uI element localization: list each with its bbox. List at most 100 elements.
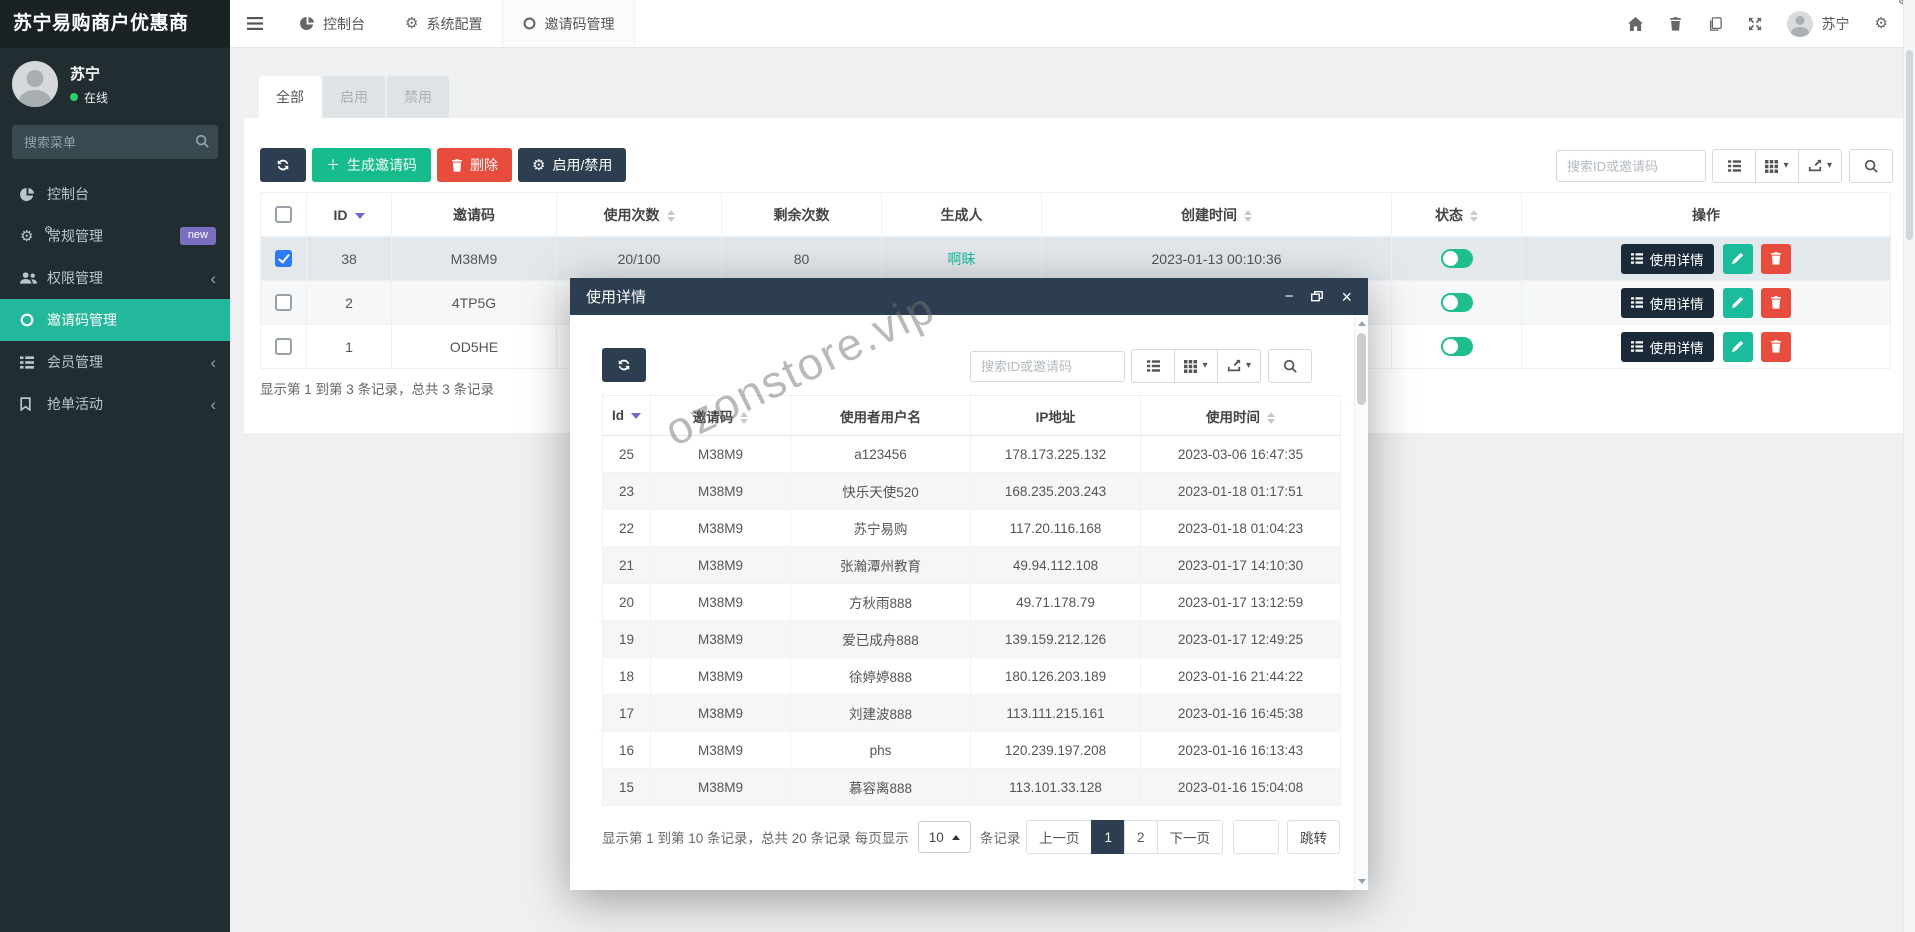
cell-id: 38 <box>307 237 392 281</box>
row-checkbox[interactable] <box>275 294 292 311</box>
scroll-down-icon[interactable] <box>1358 879 1366 884</box>
sidebar-item-invite-codes[interactable]: 邀请码管理 <box>0 299 230 341</box>
usage-detail-button[interactable]: 使用详情 <box>1621 244 1714 274</box>
usage-row: 16 M38M9 phs 120.239.197.208 2023-01-16 … <box>603 732 1341 769</box>
search-button[interactable] <box>1849 149 1893 183</box>
edit-button[interactable] <box>1723 332 1753 362</box>
plus-icon: ＋ <box>326 155 340 175</box>
status-toggle[interactable] <box>1441 249 1473 268</box>
col-status[interactable]: 状态 <box>1392 193 1522 237</box>
generate-code-button[interactable]: ＋生成邀请码 <box>312 148 431 182</box>
gear-icon: ⚙ <box>405 16 418 31</box>
export-button[interactable]: ▾ <box>1798 149 1842 183</box>
sidebar-item-permissions[interactable]: 权限管理 ‹ <box>0 257 230 299</box>
col-username[interactable]: 使用者用户名 <box>791 396 971 436</box>
trash-icon[interactable] <box>1656 0 1695 48</box>
row-checkbox[interactable] <box>275 338 292 355</box>
enable-disable-button[interactable]: ⚙ 启用/禁用 <box>518 148 626 182</box>
sidebar-item-members[interactable]: 会员管理 ‹ <box>0 341 230 383</box>
edit-button[interactable] <box>1723 288 1753 318</box>
jump-page-input[interactable] <box>1233 820 1279 854</box>
prev-page-button[interactable]: 上一页 <box>1026 820 1093 854</box>
page-scrollbar[interactable] <box>1903 0 1915 932</box>
delete-row-button[interactable] <box>1761 288 1791 318</box>
avatar <box>12 61 58 107</box>
creator-link[interactable]: 啊眛 <box>948 251 976 267</box>
sidebar-search-input[interactable] <box>12 125 218 159</box>
maximize-icon[interactable] <box>1311 291 1323 302</box>
page-1-button[interactable]: 1 <box>1091 820 1125 854</box>
col-code[interactable]: 邀请码 <box>392 193 557 237</box>
cell-ip: 49.71.178.79 <box>971 584 1141 621</box>
modal-refresh-button[interactable] <box>602 348 646 382</box>
page-size-select[interactable]: 10 <box>918 821 971 853</box>
usage-row: 17 M38M9 刘建波888 113.111.215.161 2023-01-… <box>603 695 1341 732</box>
nav-tab-system-config[interactable]: ⚙ 系统配置 <box>385 0 502 47</box>
scrollbar-thumb[interactable] <box>1357 333 1366 405</box>
modal-scrollbar[interactable] <box>1354 315 1368 890</box>
filter-tab-all[interactable]: 全部 <box>259 76 321 118</box>
select-all-checkbox[interactable] <box>275 206 292 223</box>
delete-row-button[interactable] <box>1761 244 1791 274</box>
sidebar-item-console[interactable]: 控制台 <box>0 173 230 215</box>
filter-tab-enabled[interactable]: 启用 <box>323 76 385 118</box>
usage-detail-button[interactable]: 使用详情 <box>1621 288 1714 318</box>
col-creator[interactable]: 生成人 <box>882 193 1042 237</box>
usage-detail-button[interactable]: 使用详情 <box>1621 332 1714 362</box>
delete-row-button[interactable] <box>1761 332 1791 362</box>
table-search-input[interactable] <box>1556 150 1706 182</box>
col-id[interactable]: ID <box>307 193 392 237</box>
page-2-button[interactable]: 2 <box>1124 820 1158 854</box>
modal-search-button[interactable] <box>1268 349 1312 383</box>
chevron-left-icon: ‹ <box>210 396 216 413</box>
modal-header[interactable]: 使用详情 − × <box>570 278 1368 315</box>
table-search-area: ▾ ▾ <box>1556 149 1893 183</box>
sidebar-item-activities[interactable]: 抢单活动 ‹ <box>0 383 230 425</box>
modal-search-input[interactable] <box>970 351 1125 382</box>
page-scrollbar-thumb[interactable] <box>1906 50 1913 240</box>
user-name: 苏宁 <box>70 63 108 84</box>
col-time[interactable]: 使用时间 <box>1141 396 1341 436</box>
cell-ip: 120.239.197.208 <box>971 732 1141 769</box>
status-toggle[interactable] <box>1441 293 1473 312</box>
caret-down-icon: ▾ <box>1202 361 1207 371</box>
cell-id: 18 <box>603 658 651 695</box>
edit-button[interactable] <box>1723 244 1753 274</box>
col-id[interactable]: Id <box>603 396 651 436</box>
search-icon[interactable] <box>195 134 209 148</box>
list-view-button[interactable] <box>1131 349 1175 383</box>
close-icon[interactable]: × <box>1341 288 1352 306</box>
fullscreen-icon[interactable] <box>1735 0 1775 48</box>
next-page-button[interactable]: 下一页 <box>1157 820 1224 854</box>
columns-button[interactable]: ▾ <box>1174 349 1218 383</box>
minimize-icon[interactable]: − <box>1285 289 1294 304</box>
nav-tab-invite-codes[interactable]: 邀请码管理 <box>502 0 635 47</box>
status-toggle[interactable] <box>1441 337 1473 356</box>
chevron-left-icon: ‹ <box>210 270 216 287</box>
col-remain[interactable]: 剩余次数 <box>722 193 882 237</box>
list-view-button[interactable] <box>1712 149 1756 183</box>
cell-username: 苏宁易购 <box>791 510 971 547</box>
home-icon[interactable] <box>1615 0 1656 48</box>
delete-button[interactable]: 删除 <box>437 148 512 182</box>
filter-tab-disabled[interactable]: 禁用 <box>387 76 449 118</box>
col-ip[interactable]: IP地址 <box>971 396 1141 436</box>
col-code[interactable]: 邀请码 <box>651 396 791 436</box>
refresh-button[interactable] <box>260 148 306 182</box>
gears-icon[interactable]: ⚙⚙ <box>1862 0 1901 48</box>
navbar-user-menu[interactable]: 苏宁 <box>1775 11 1862 37</box>
sidebar-item-general[interactable]: ⚙⚙ 常规管理 new <box>0 215 230 257</box>
row-checkbox[interactable] <box>275 250 292 267</box>
col-used[interactable]: 使用次数 <box>557 193 722 237</box>
copy-icon[interactable] <box>1695 0 1735 48</box>
cell-username: 徐婷婷888 <box>791 658 971 695</box>
columns-button[interactable]: ▾ <box>1755 149 1799 183</box>
modal-body: ozonstore.vip ▾ ▾ Id 邀请码 使用者用户名 I <box>570 315 1368 890</box>
col-created[interactable]: 创建时间 <box>1042 193 1392 237</box>
nav-tab-console[interactable]: 控制台 <box>280 0 385 47</box>
hamburger-icon[interactable] <box>230 0 280 48</box>
scroll-up-icon[interactable] <box>1358 321 1366 326</box>
new-badge: new <box>180 227 216 245</box>
export-button[interactable]: ▾ <box>1217 349 1261 383</box>
jump-button[interactable]: 跳转 <box>1287 820 1340 854</box>
